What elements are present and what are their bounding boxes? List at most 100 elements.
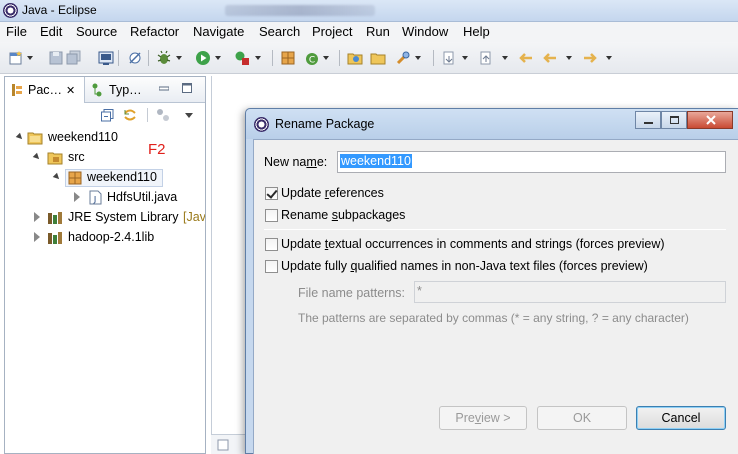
next-annotation-dropdown-icon[interactable] <box>462 56 468 60</box>
tab-package-explorer[interactable]: Pac… ✕ <box>5 77 85 103</box>
cancel-button[interactable]: Cancel <box>636 406 726 430</box>
svg-text:C: C <box>309 56 315 66</box>
rename-subpackages-checkbox[interactable] <box>265 209 278 222</box>
eclipse-icon <box>3 3 18 18</box>
tree-item-label: JRE System Library <box>68 210 179 224</box>
window-titlebar: Java - Eclipse <box>0 0 738 22</box>
previous-annotation-icon[interactable] <box>478 50 494 66</box>
maximize-button[interactable] <box>661 111 687 129</box>
tab-type-hierarchy[interactable]: Typ… <box>87 77 149 103</box>
menu-help[interactable]: Help <box>463 24 490 39</box>
menu-bar: File Edit Source Refactor Navigate Searc… <box>0 22 738 42</box>
console-icon[interactable] <box>98 50 114 66</box>
new-java-class-icon[interactable]: C <box>304 50 320 66</box>
new-icon[interactable] <box>8 50 24 66</box>
external-tools-icon[interactable] <box>234 50 250 66</box>
save-icon[interactable] <box>48 50 64 66</box>
menu-refactor[interactable]: Refactor <box>130 24 179 39</box>
tree-item-label: weekend110 <box>48 130 118 144</box>
file-name-patterns-label: File name patterns: <box>298 286 405 300</box>
maximize-icon[interactable] <box>182 83 192 93</box>
rename-subpackages-label: Rename subpackages <box>281 208 406 222</box>
close-icon <box>706 115 716 125</box>
debug-icon[interactable] <box>156 50 172 66</box>
tree-item-project[interactable]: weekend110 <box>5 129 205 147</box>
expanded-icon[interactable] <box>52 172 62 182</box>
expanded-icon[interactable] <box>32 152 42 162</box>
back-icon[interactable] <box>542 50 558 66</box>
expanded-icon[interactable] <box>15 132 25 142</box>
patterns-hint: The patterns are separated by commas (* … <box>298 311 689 325</box>
menu-project[interactable]: Project <box>312 24 352 39</box>
last-edit-location-icon[interactable] <box>518 50 534 66</box>
open-type-icon[interactable] <box>347 50 363 66</box>
tree-item-label: hadoop-2.4.1lib <box>68 230 155 244</box>
collapsed-icon[interactable] <box>34 232 40 242</box>
package-icon <box>68 171 82 185</box>
library-icon <box>48 232 62 244</box>
forward-icon[interactable] <box>582 50 598 66</box>
view-menu-icon[interactable] <box>185 113 193 118</box>
close-button[interactable] <box>687 111 733 129</box>
focus-task-icon[interactable] <box>156 108 170 122</box>
minimize-button[interactable] <box>635 111 661 129</box>
update-references-checkbox[interactable] <box>265 187 278 200</box>
run-dropdown-icon[interactable] <box>215 56 221 60</box>
tree-item-java-file[interactable]: J HdfsUtil.java <box>5 189 205 207</box>
tree-item-label: HdfsUtil.java <box>107 190 178 204</box>
external-tools-dropdown-icon[interactable] <box>255 56 261 60</box>
toolbar-separator <box>118 50 119 66</box>
menu-run[interactable]: Run <box>366 24 390 39</box>
link-with-editor-icon[interactable] <box>123 108 137 122</box>
menu-file[interactable]: File <box>6 24 27 39</box>
collapse-all-icon[interactable] <box>101 109 114 122</box>
rename-package-dialog: Rename Package New name: weekend110 Upda… <box>245 108 738 454</box>
search-dropdown-icon[interactable] <box>415 56 421 60</box>
update-qualified-checkbox[interactable] <box>265 260 278 273</box>
menu-navigate[interactable]: Navigate <box>193 24 244 39</box>
save-all-icon[interactable] <box>66 50 82 66</box>
new-name-input[interactable]: weekend110 <box>337 151 726 173</box>
java-project-icon <box>27 132 43 145</box>
tree-item-label: weekend110 <box>87 170 157 184</box>
dialog-body: New name: weekend110 Update references R… <box>253 139 738 454</box>
skip-breakpoints-icon[interactable] <box>127 50 143 66</box>
type-hierarchy-icon <box>92 83 102 97</box>
menu-source[interactable]: Source <box>76 24 117 39</box>
run-icon[interactable] <box>195 50 211 66</box>
collapsed-icon[interactable] <box>74 192 80 202</box>
preview-button[interactable]: Preview > <box>439 406 527 430</box>
library-icon <box>48 212 62 224</box>
eclipse-icon <box>254 117 269 132</box>
menu-window[interactable]: Window <box>402 24 448 39</box>
file-name-patterns-input[interactable]: * <box>414 281 726 303</box>
dialog-title: Rename Package <box>275 117 375 131</box>
tree-item-src[interactable]: src <box>5 149 205 167</box>
search-tool-icon[interactable] <box>395 50 411 66</box>
menu-edit[interactable]: Edit <box>40 24 62 39</box>
minimize-icon[interactable] <box>159 85 169 93</box>
previous-annotation-dropdown-icon[interactable] <box>502 56 508 60</box>
view-tabs: Pac… ✕ Typ… <box>5 77 205 103</box>
package-explorer-icon <box>12 84 22 96</box>
new-dropdown-icon[interactable] <box>27 56 33 60</box>
tree-item-label: src <box>68 150 85 164</box>
debug-dropdown-icon[interactable] <box>176 56 182 60</box>
ok-button[interactable]: OK <box>537 406 627 430</box>
tree-item-hadoop-library[interactable]: hadoop-2.4.1lib <box>5 229 205 247</box>
back-dropdown-icon[interactable] <box>566 56 572 60</box>
tree-item-package[interactable]: weekend110 <box>5 169 205 187</box>
toolbar-separator <box>148 50 149 66</box>
next-annotation-icon[interactable] <box>441 50 457 66</box>
new-java-package-icon[interactable] <box>280 50 296 66</box>
open-task-icon[interactable] <box>370 50 386 66</box>
new-class-dropdown-icon[interactable] <box>323 56 329 60</box>
forward-dropdown-icon[interactable] <box>606 56 612 60</box>
menu-search[interactable]: Search <box>259 24 300 39</box>
update-textual-checkbox[interactable] <box>265 238 278 251</box>
close-tab-icon[interactable]: ✕ <box>66 84 75 97</box>
tab-label: Typ… <box>109 83 142 97</box>
collapsed-icon[interactable] <box>34 212 40 222</box>
tree-item-suffix: [Jav <box>183 210 205 224</box>
tree-item-jre-library[interactable]: JRE System Library [Jav <box>5 209 205 227</box>
